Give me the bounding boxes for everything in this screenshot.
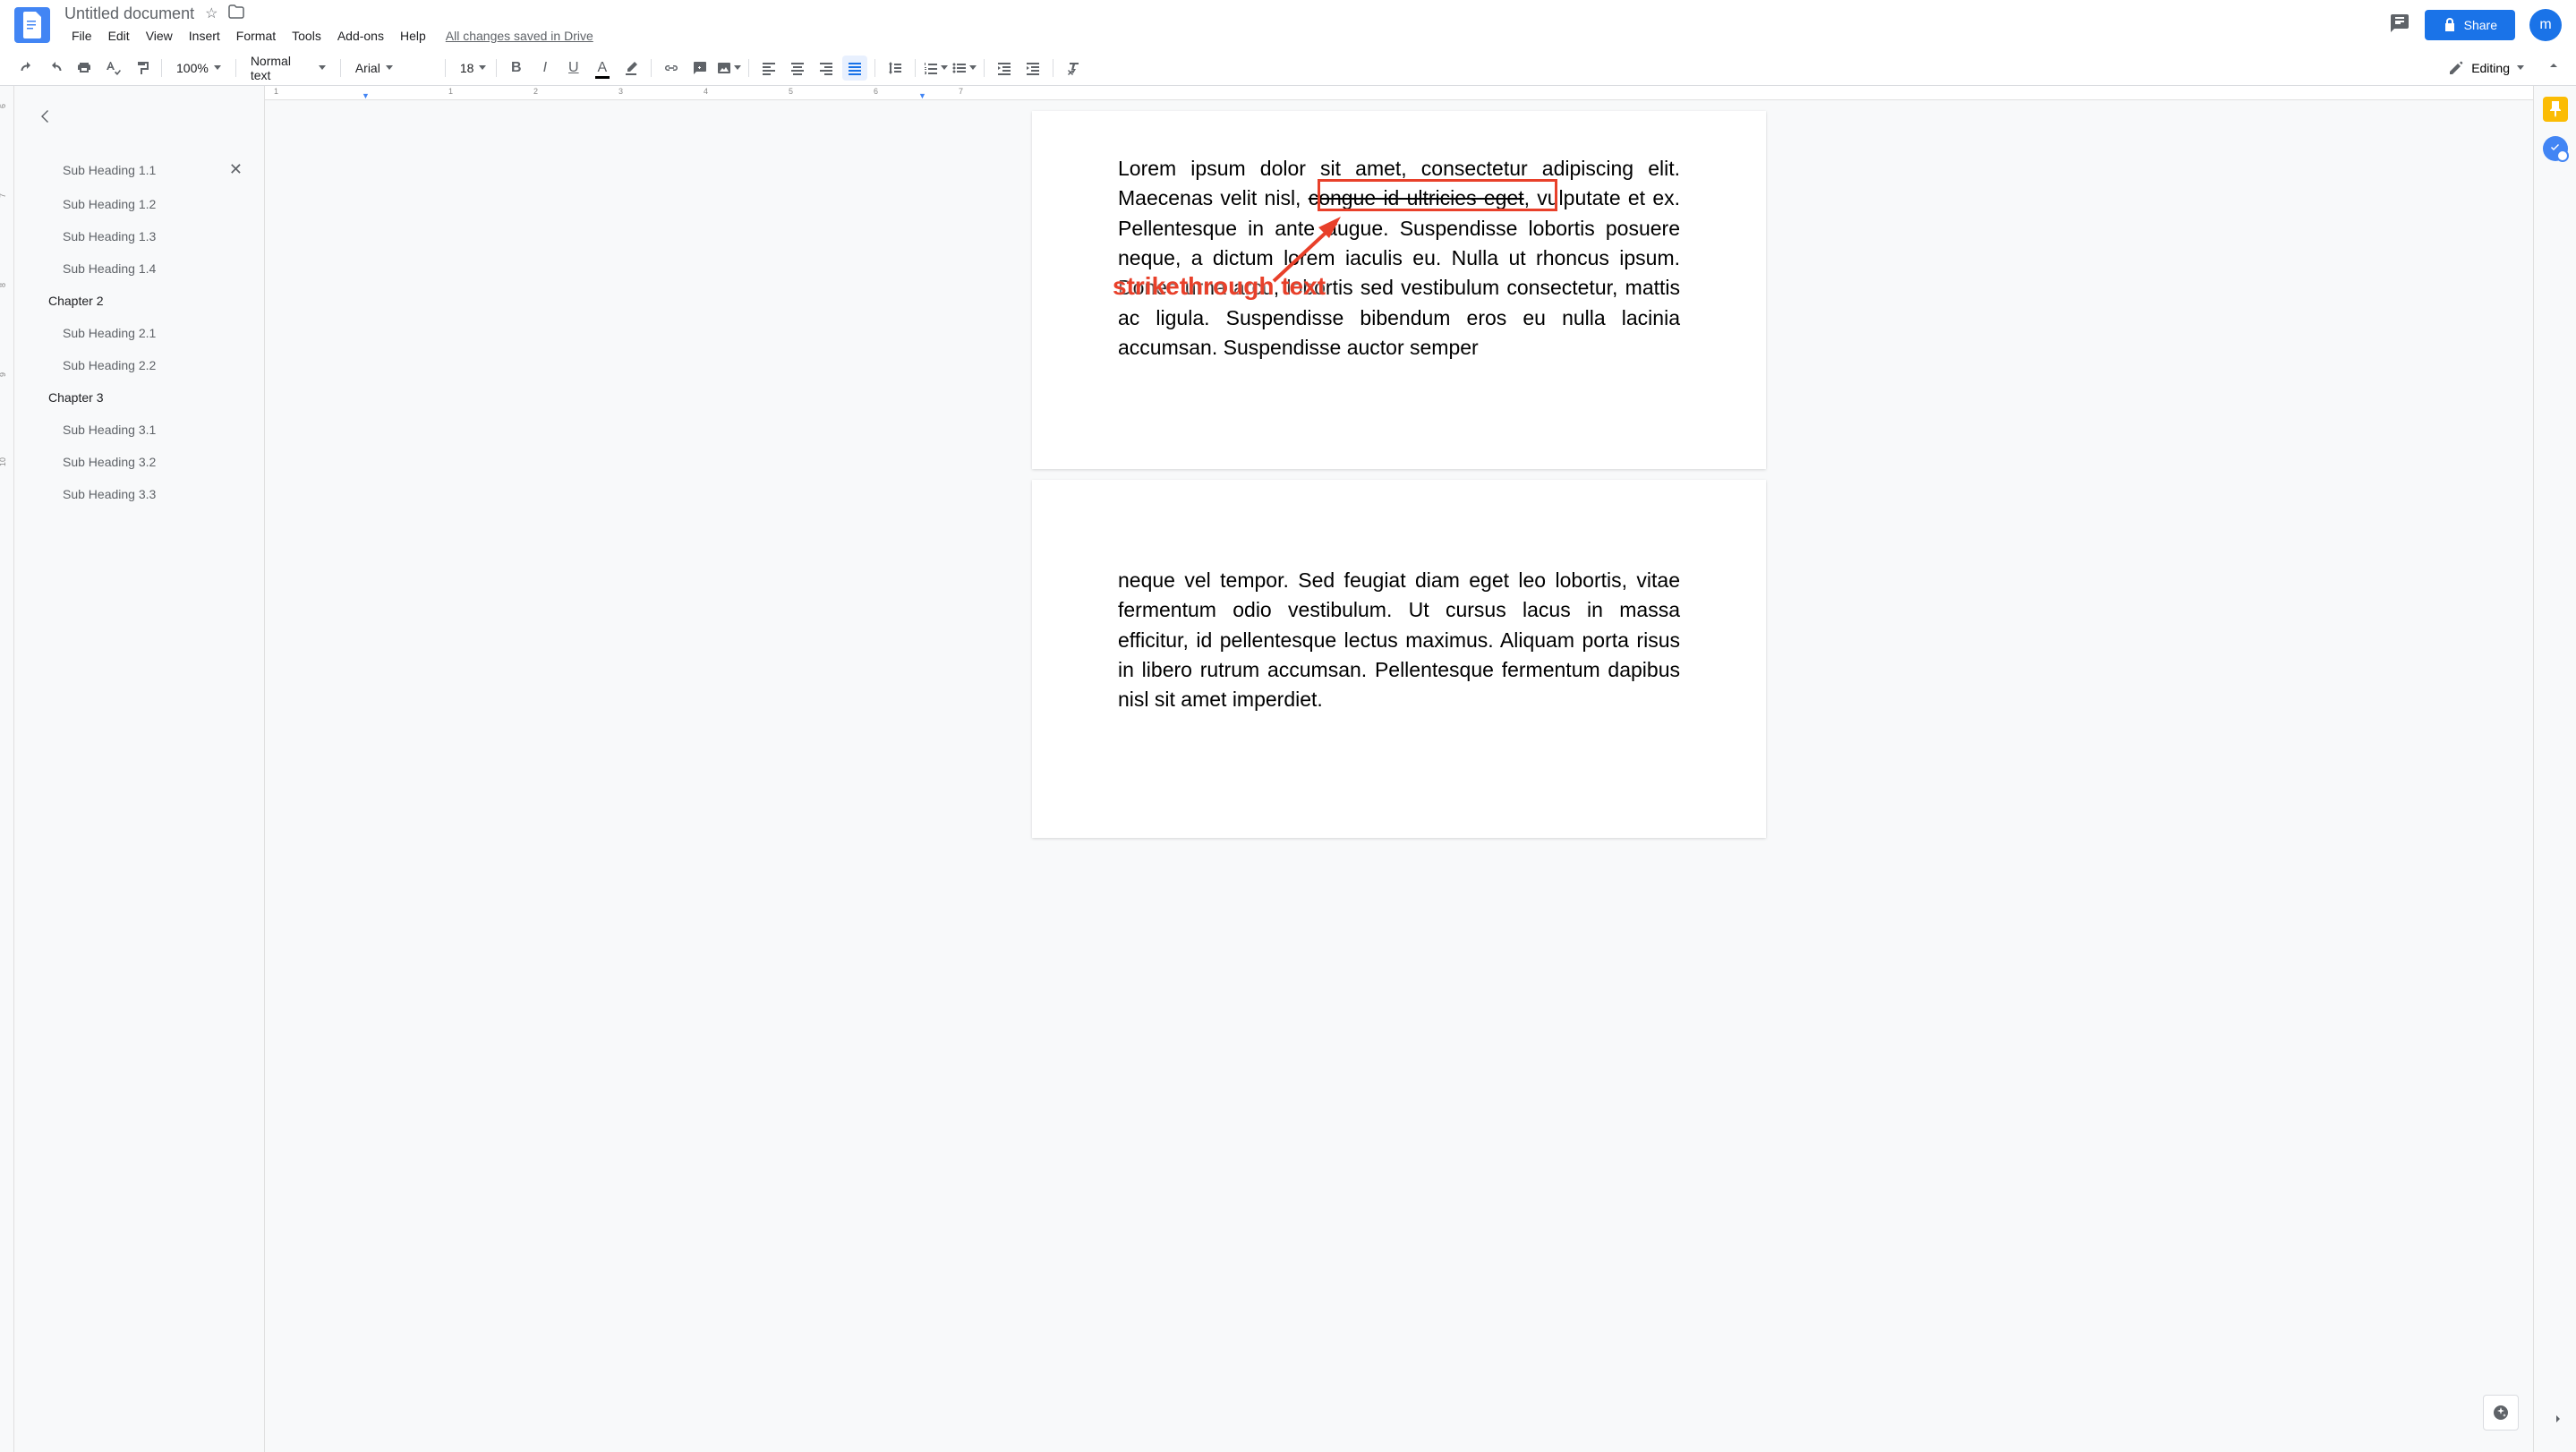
decrease-indent-button[interactable] xyxy=(992,56,1017,81)
star-icon[interactable]: ☆ xyxy=(205,4,218,22)
tasks-icon[interactable] xyxy=(2543,136,2568,161)
bulleted-list-button[interactable] xyxy=(951,56,977,81)
outline-item[interactable]: Sub Heading 1.4 xyxy=(14,252,264,285)
comments-icon[interactable] xyxy=(2389,13,2410,38)
outline-item[interactable]: Chapter 3 xyxy=(14,381,264,414)
collapse-toolbar-button[interactable] xyxy=(2546,57,2562,78)
share-label: Share xyxy=(2464,18,2497,32)
highlight-button[interactable] xyxy=(618,56,644,81)
redo-button[interactable] xyxy=(43,56,68,81)
align-justify-button[interactable] xyxy=(842,56,867,81)
text-color-button[interactable]: A xyxy=(590,56,615,81)
print-button[interactable] xyxy=(72,56,97,81)
document-area[interactable]: 1 ▼ 1 2 3 4 5 6 ▼ 7 Lorem ipsum dolor si… xyxy=(265,86,2533,1452)
document-text[interactable]: Lorem ipsum dolor sit amet, consectetur … xyxy=(1118,154,1680,363)
undo-button[interactable] xyxy=(14,56,39,81)
paint-format-button[interactable] xyxy=(129,56,154,81)
align-center-button[interactable] xyxy=(785,56,810,81)
align-right-button[interactable] xyxy=(814,56,839,81)
strikethrough-text: congue id ultricies eget xyxy=(1309,186,1524,209)
outline-item[interactable]: Sub Heading 1.2 xyxy=(14,188,264,220)
underline-button[interactable]: U xyxy=(561,56,586,81)
font-size-dropdown[interactable]: 18 xyxy=(453,57,489,79)
outline-item[interactable]: Sub Heading 3.3 xyxy=(14,478,264,510)
zoom-dropdown[interactable]: 100% xyxy=(169,57,228,79)
vertical-ruler: 6 7 8 9 10 xyxy=(0,86,14,1452)
insert-image-button[interactable] xyxy=(716,56,741,81)
menu-insert[interactable]: Insert xyxy=(182,25,227,47)
spellcheck-button[interactable] xyxy=(100,56,125,81)
menu-view[interactable]: View xyxy=(139,25,180,47)
editing-mode-dropdown[interactable]: Editing xyxy=(2437,55,2535,81)
italic-button[interactable]: I xyxy=(533,56,558,81)
outline-item[interactable]: Sub Heading 2.1 xyxy=(14,317,264,349)
right-sidebar xyxy=(2533,86,2576,1452)
move-icon[interactable] xyxy=(228,4,244,23)
outline-item[interactable]: Sub Heading 1.1 ✕ xyxy=(14,151,264,188)
align-left-button[interactable] xyxy=(756,56,781,81)
menu-file[interactable]: File xyxy=(64,25,99,47)
outline-item[interactable]: Chapter 2 xyxy=(14,285,264,317)
add-comment-button[interactable] xyxy=(687,56,712,81)
outline-item[interactable]: Sub Heading 1.3 xyxy=(14,220,264,252)
font-dropdown[interactable]: Arial xyxy=(348,57,438,79)
menu-edit[interactable]: Edit xyxy=(101,25,137,47)
increase-indent-button[interactable] xyxy=(1020,56,1045,81)
close-icon[interactable]: ✕ xyxy=(229,160,243,179)
outline-panel: Sub Heading 1.1 ✕ Sub Heading 1.2 Sub He… xyxy=(14,86,265,1452)
pencil-icon xyxy=(2448,60,2464,76)
outline-item[interactable]: Sub Heading 3.2 xyxy=(14,446,264,478)
save-status[interactable]: All changes saved in Drive xyxy=(446,25,593,47)
menu-addons[interactable]: Add-ons xyxy=(330,25,391,47)
expand-sidebar-button[interactable] xyxy=(2551,1412,2565,1431)
outline-item[interactable]: Sub Heading 2.2 xyxy=(14,349,264,381)
docs-logo-icon[interactable] xyxy=(14,7,50,43)
outline-item[interactable]: Sub Heading 3.1 xyxy=(14,414,264,446)
line-spacing-button[interactable] xyxy=(883,56,908,81)
keep-icon[interactable] xyxy=(2543,97,2568,122)
bold-button[interactable]: B xyxy=(504,56,529,81)
menu-help[interactable]: Help xyxy=(393,25,433,47)
page[interactable]: Lorem ipsum dolor sit amet, consectetur … xyxy=(1032,111,1766,469)
numbered-list-button[interactable] xyxy=(923,56,948,81)
page[interactable]: neque vel tempor. Sed feugiat diam eget … xyxy=(1032,480,1766,838)
document-text[interactable]: neque vel tempor. Sed feugiat diam eget … xyxy=(1118,566,1680,715)
share-button[interactable]: Share xyxy=(2425,10,2515,40)
horizontal-ruler[interactable]: 1 ▼ 1 2 3 4 5 6 ▼ 7 xyxy=(265,86,2533,100)
lock-icon xyxy=(2443,18,2457,32)
outline-back-button[interactable] xyxy=(14,100,264,137)
style-dropdown[interactable]: Normal text xyxy=(243,50,333,86)
menu-format[interactable]: Format xyxy=(229,25,283,47)
document-title[interactable]: Untitled document xyxy=(64,4,194,23)
menu-tools[interactable]: Tools xyxy=(285,25,328,47)
avatar[interactable]: m xyxy=(2529,9,2562,41)
link-button[interactable] xyxy=(659,56,684,81)
explore-button[interactable] xyxy=(2483,1395,2519,1431)
clear-formatting-button[interactable] xyxy=(1061,56,1086,81)
